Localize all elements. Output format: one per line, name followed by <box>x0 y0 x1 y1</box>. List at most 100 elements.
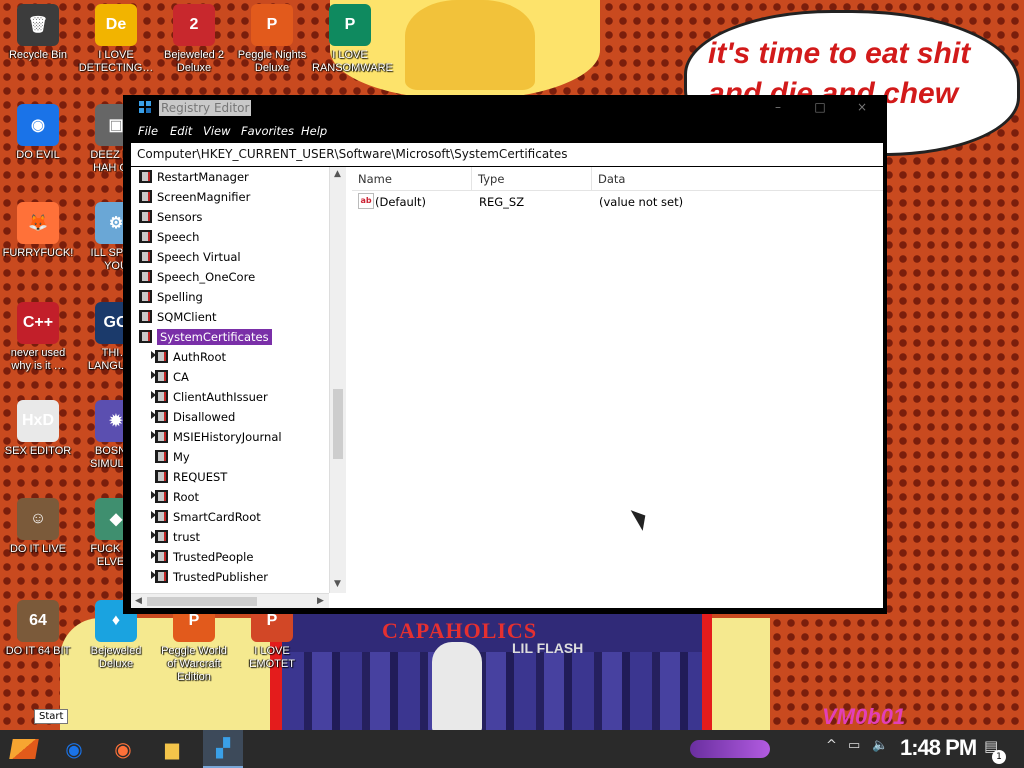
values-pane[interactable]: Name Type Data ab (Default) REG_SZ (valu… <box>352 167 883 608</box>
column-data[interactable]: Data <box>592 167 883 190</box>
portrait-64-icon: 64 <box>17 600 59 642</box>
chrome-icon: ◉ <box>65 737 83 761</box>
tree-item[interactable]: SystemCertificates <box>131 327 329 347</box>
maximize-button[interactable]: □ <box>799 95 841 120</box>
chrome-taskbar-button[interactable]: ◉ <box>54 730 94 768</box>
tree-hscroll-thumb[interactable] <box>147 597 257 606</box>
title-bar[interactable]: Registry Editor – □ × <box>123 95 887 120</box>
value-row[interactable]: ab (Default) REG_SZ (value not set) <box>352 191 883 211</box>
tree-item[interactable]: TrustedPeople <box>131 547 329 567</box>
start-icon <box>9 739 39 759</box>
start-button[interactable] <box>4 730 44 768</box>
bejeweled2-icon: 2 <box>173 4 215 46</box>
column-type[interactable]: Type <box>472 167 592 190</box>
tree-item[interactable]: AuthRoot <box>131 347 329 367</box>
network-icon[interactable]: ▭ <box>848 738 860 753</box>
registry-key-icon <box>155 370 168 383</box>
desktop-icon[interactable]: 🦊 FURRYFUCK! <box>0 202 76 260</box>
regedit-taskbar-button[interactable]: ▞ <box>203 730 243 768</box>
album-subtitle: LIL FLASH <box>512 640 584 656</box>
minimize-button[interactable]: – <box>757 95 799 120</box>
desktop-icon[interactable]: 2 Bejeweled 2 Deluxe <box>156 4 232 75</box>
tree-item[interactable]: TrustedPublisher <box>131 567 329 587</box>
tree-scroll-thumb[interactable] <box>333 389 343 459</box>
tree-item-label: Sensors <box>157 210 203 224</box>
menu-file[interactable]: File <box>138 124 158 138</box>
tree-item[interactable]: My <box>131 447 329 467</box>
tree-item[interactable]: ClientAuthIssuer <box>131 387 329 407</box>
desktop-icon-label: I LOVE EMOTET <box>249 645 295 670</box>
column-name[interactable]: Name <box>352 167 472 190</box>
tree-item[interactable]: Speech <box>131 227 329 247</box>
tree-item[interactable]: Speech_OneCore <box>131 267 329 287</box>
scroll-up-icon[interactable]: ▲ <box>330 167 345 182</box>
menu-view[interactable]: View <box>203 124 231 138</box>
tree-item[interactable]: Speech Virtual <box>131 247 329 267</box>
hxd-icon: HxD <box>17 400 59 442</box>
peggle-nights-icon: P <box>251 4 293 46</box>
tree-item[interactable]: Sensors <box>131 207 329 227</box>
registry-key-icon <box>155 530 168 543</box>
registry-key-icon <box>155 490 168 503</box>
tree-item[interactable]: ScreenMagnifier <box>131 187 329 207</box>
scroll-down-icon[interactable]: ▼ <box>330 577 345 592</box>
registry-key-icon <box>155 570 168 583</box>
tree-item-label: RestartManager <box>157 170 249 184</box>
desktop-icon-label: DO EVIL <box>16 149 60 161</box>
desktop-icon[interactable]: P Peggle Nights Deluxe <box>234 4 310 75</box>
tree-item[interactable]: Root <box>131 487 329 507</box>
tree-item[interactable]: trust <box>131 527 329 547</box>
desktop-icon[interactable]: C++ never used why is it … <box>0 302 76 373</box>
tree-item-label: AuthRoot <box>173 350 227 364</box>
registry-key-icon <box>139 310 152 323</box>
tree-item-label: CA <box>173 370 189 384</box>
menu-favorites[interactable]: Favorites <box>241 124 294 138</box>
desktop-icon[interactable]: HxD SEX EDITOR <box>0 400 76 458</box>
tree-item[interactable]: SmartCardRoot <box>131 507 329 527</box>
string-value-icon: ab <box>358 193 374 209</box>
value-data: (value not set) <box>599 195 684 209</box>
volume-icon[interactable]: 🔈 <box>872 738 888 753</box>
desktop-icon[interactable]: De I LOVE DETECTING… <box>78 4 154 75</box>
desktop-icon[interactable]: ◉ DO EVIL <box>0 104 76 162</box>
tree-item-label: TrustedPeople <box>173 550 254 564</box>
desktop-icon-label: Recycle Bin <box>8 49 68 61</box>
desktop-icon-label: Bejeweled Deluxe <box>90 645 142 670</box>
explorer-taskbar-button[interactable]: ▆ <box>152 730 192 768</box>
close-button[interactable]: × <box>841 95 883 120</box>
registry-key-icon <box>155 510 168 523</box>
tree-item[interactable]: Disallowed <box>131 407 329 427</box>
scroll-right-icon[interactable]: ▶ <box>313 594 328 608</box>
tree-item[interactable]: CA <box>131 367 329 387</box>
tree-item[interactable]: SQMClient <box>131 307 329 327</box>
desktop-icon[interactable]: ☺ DO IT LIVE <box>0 498 76 556</box>
key-tree-pane[interactable]: RestartManager ScreenMagnifier Sensors Spee… <box>131 167 346 608</box>
show-hidden-icons-icon[interactable]: ^ <box>826 738 837 753</box>
tree-item-label: TrustedPublisher <box>173 570 269 584</box>
desktop-icon[interactable]: P I LOVE RANSOMWARE <box>312 4 393 75</box>
tree-item-label: REQUEST <box>173 470 228 484</box>
tree-item[interactable]: MSIEHistoryJournal <box>131 427 329 447</box>
album-figure <box>432 642 482 732</box>
tree-vertical-scrollbar[interactable]: ▲ ▼ <box>329 167 346 593</box>
desktop-icon-label: DO IT LIVE <box>9 543 67 555</box>
tree-item-label: Speech <box>157 230 200 244</box>
desktop-icon[interactable]: 64 DO IT 64 BIT <box>0 600 76 658</box>
window-title: Registry Editor <box>159 100 252 116</box>
tree-item[interactable]: Spelling <box>131 287 329 307</box>
scroll-left-icon[interactable]: ◀ <box>131 594 146 608</box>
address-bar[interactable]: Computer\HKEY_CURRENT_USER\Software\Micr… <box>131 143 883 166</box>
menu-edit[interactable]: Edit <box>170 124 192 138</box>
desktop-icon[interactable]: 🗑 Recycle Bin <box>0 4 76 62</box>
tree-horizontal-scrollbar[interactable]: ◀ ▶ <box>131 593 329 608</box>
chrome-icon: ◉ <box>17 104 59 146</box>
tree-item[interactable]: RestartManager <box>131 167 329 187</box>
clock[interactable]: 1:48 PM <box>900 735 977 761</box>
publisher-icon: P <box>329 4 371 46</box>
registry-key-icon <box>155 410 168 423</box>
registry-editor-window[interactable]: Registry Editor – □ × File Edit View Fav… <box>123 95 887 614</box>
firefox-taskbar-button[interactable]: ◉ <box>103 730 143 768</box>
tree-item[interactable]: REQUEST <box>131 467 329 487</box>
address-path[interactable]: Computer\HKEY_CURRENT_USER\Software\Micr… <box>137 147 568 161</box>
menu-help[interactable]: Help <box>301 124 327 138</box>
